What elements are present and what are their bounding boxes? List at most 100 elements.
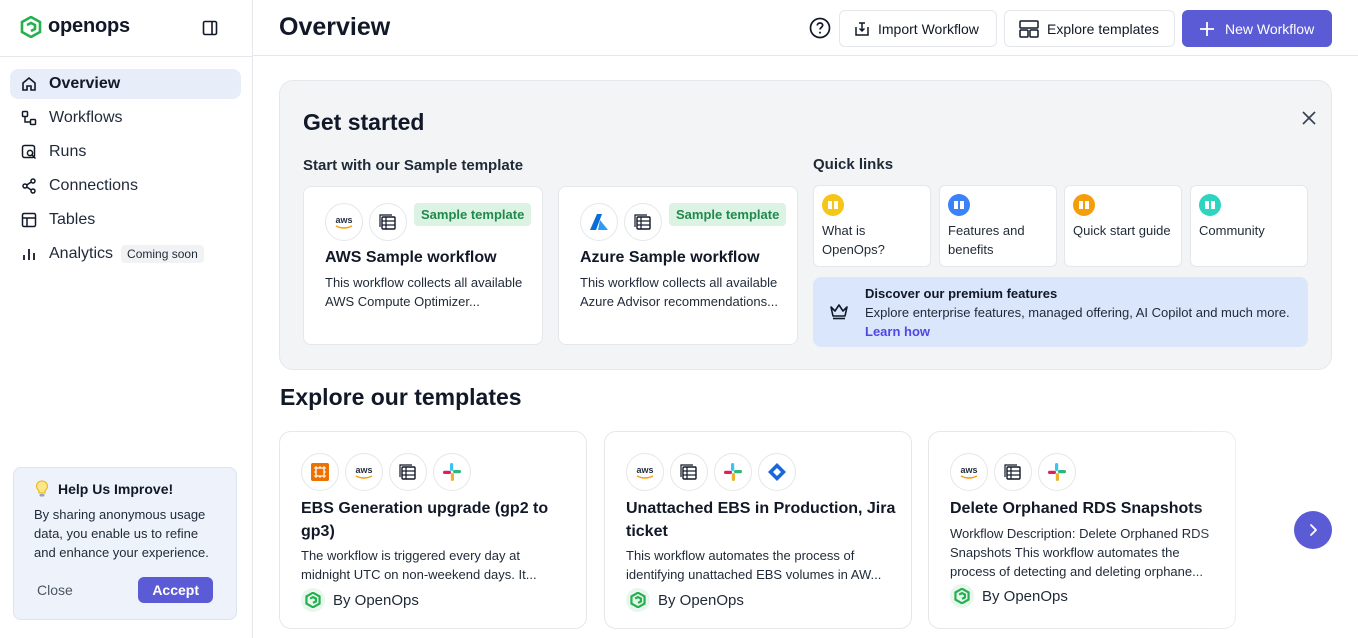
- premium-description: Explore enterprise features, managed off…: [865, 305, 1290, 320]
- integration-icons: aws: [325, 203, 407, 241]
- new-workflow-button[interactable]: New Workflow: [1182, 10, 1332, 47]
- top-header: Overview Import Workflow Explore templat…: [253, 0, 1358, 56]
- sidebar-item-workflows[interactable]: Workflows: [10, 103, 241, 133]
- sidebar-item-label: Runs: [49, 143, 87, 160]
- slack-icon: [433, 453, 471, 491]
- template-description: The workflow is triggered every day at m…: [301, 548, 537, 582]
- get-started-panel: Get started Start with our Sample templa…: [279, 80, 1332, 370]
- sidebar-toggle-icon: [202, 20, 218, 36]
- sample-name: AWS Sample workflow: [325, 249, 497, 266]
- tables-icon: [369, 203, 407, 241]
- sidebar-item-label: Tables: [49, 211, 96, 228]
- sidebar-item-runs[interactable]: Runs: [10, 137, 241, 167]
- crown-icon: [830, 304, 848, 320]
- help-improve-header: Help Us Improve!: [34, 480, 216, 498]
- logo-text: openops: [48, 15, 130, 37]
- aws-icon: aws: [950, 453, 988, 491]
- quick-link-label: What is OpenOps?: [822, 223, 885, 257]
- sidebar-divider: [0, 56, 253, 57]
- explore-templates-title: Explore our templates: [280, 384, 522, 410]
- svg-text:aws: aws: [355, 465, 372, 475]
- logo[interactable]: openops: [20, 15, 130, 38]
- sidebar-nav: Overview Workflows Runs Connections Tabl…: [10, 69, 241, 273]
- help-improve-title: Help Us Improve!: [58, 481, 174, 497]
- quick-link-label: Community: [1199, 223, 1265, 238]
- slack-icon: [1038, 453, 1076, 491]
- openops-logo-icon: [950, 584, 974, 608]
- sidebar-item-label: Analytics: [49, 245, 114, 262]
- integration-icons: aws: [950, 453, 1076, 491]
- template-author: By OpenOps: [950, 584, 1068, 608]
- sample-description: This workflow collects all available Azu…: [580, 275, 778, 309]
- quick-link-community[interactable]: Community: [1190, 185, 1308, 267]
- quick-links-heading: Quick links: [813, 156, 894, 173]
- carousel-next-button[interactable]: [1294, 511, 1332, 549]
- sidebar-toggle-button[interactable]: [199, 17, 221, 39]
- explore-templates-button[interactable]: Explore templates: [1004, 10, 1175, 47]
- help-improve-actions: Close Accept: [14, 577, 236, 603]
- aws-sample-card[interactable]: aws Sample template AWS Sample workflow …: [303, 186, 543, 345]
- aws-ec2-icon: [301, 453, 339, 491]
- template-name: Delete Orphaned RDS Snapshots: [950, 500, 1203, 517]
- sample-template-heading: Start with our Sample template: [303, 157, 524, 174]
- sidebar: openops Overview Workflows Runs Connecti…: [0, 0, 253, 638]
- share-icon: [20, 177, 38, 195]
- template-card[interactable]: aws EBS Generation upgrade (gp2 to gp3) …: [279, 431, 587, 629]
- quick-link-features[interactable]: Features and benefits: [939, 185, 1057, 267]
- template-author-label: By OpenOps: [658, 591, 744, 609]
- learn-how-link[interactable]: Learn how: [865, 324, 930, 339]
- close-icon[interactable]: [1300, 109, 1318, 127]
- premium-text: Explore enterprise features, managed off…: [865, 303, 1295, 341]
- workflow-icon: [20, 109, 38, 127]
- aws-icon: aws: [626, 453, 664, 491]
- aws-icon: aws: [345, 453, 383, 491]
- integration-icons: aws: [626, 453, 796, 491]
- template-card[interactable]: aws Delete Orphaned RDS Snapshots Workfl…: [928, 431, 1236, 629]
- tables-icon: [624, 203, 662, 241]
- sidebar-item-analytics[interactable]: Analytics Coming soon: [10, 239, 241, 269]
- premium-features-banner[interactable]: Discover our premium features Explore en…: [813, 277, 1308, 347]
- template-author-label: By OpenOps: [982, 587, 1068, 605]
- quick-link-label: Features and benefits: [948, 223, 1025, 257]
- template-author: By OpenOps: [301, 588, 419, 612]
- template-author: By OpenOps: [626, 588, 744, 612]
- sidebar-item-overview[interactable]: Overview: [10, 69, 241, 99]
- template-card[interactable]: aws Unattached EBS in Production, Jira t…: [604, 431, 912, 629]
- tables-icon: [670, 453, 708, 491]
- quick-link-quick-start[interactable]: Quick start guide: [1064, 185, 1182, 267]
- coming-soon-badge: Coming soon: [121, 245, 204, 263]
- azure-sample-card[interactable]: Sample template Azure Sample workflow Th…: [558, 186, 798, 345]
- table-icon: [20, 211, 38, 229]
- get-started-title: Get started: [303, 109, 425, 135]
- lightbulb-icon: [35, 480, 49, 497]
- template-author-label: By OpenOps: [333, 591, 419, 609]
- integration-icons: aws: [301, 453, 471, 491]
- integration-icons: [580, 203, 662, 241]
- plus-icon: [1200, 21, 1214, 36]
- home-icon: [20, 75, 38, 93]
- sidebar-item-connections[interactable]: Connections: [10, 171, 241, 201]
- book-icon: [1073, 194, 1095, 216]
- sidebar-item-label: Workflows: [49, 109, 123, 126]
- openops-logo-icon: [20, 15, 42, 38]
- azure-icon: [580, 203, 618, 241]
- sidebar-item-tables[interactable]: Tables: [10, 205, 241, 235]
- aws-icon: aws: [325, 203, 363, 241]
- import-workflow-button[interactable]: Import Workflow: [839, 10, 997, 47]
- sidebar-item-label: Overview: [49, 75, 121, 92]
- templates-icon: [1019, 19, 1039, 38]
- slack-icon: [714, 453, 752, 491]
- sample-template-badge: Sample template: [669, 203, 787, 226]
- close-button[interactable]: Close: [37, 582, 73, 598]
- explore-templates-label: Explore templates: [1047, 20, 1160, 37]
- accept-button[interactable]: Accept: [138, 577, 213, 603]
- template-name: Unattached EBS in Production, Jira ticke…: [626, 500, 896, 540]
- help-icon[interactable]: [809, 17, 831, 39]
- sample-name: Azure Sample workflow: [580, 249, 760, 266]
- book-icon: [822, 194, 844, 216]
- quick-link-what-is-openops[interactable]: What is OpenOps?: [813, 185, 931, 267]
- runs-icon: [20, 143, 38, 161]
- chevron-right-icon: [1310, 524, 1317, 536]
- tables-icon: [389, 453, 427, 491]
- new-workflow-label: New Workflow: [1225, 20, 1315, 37]
